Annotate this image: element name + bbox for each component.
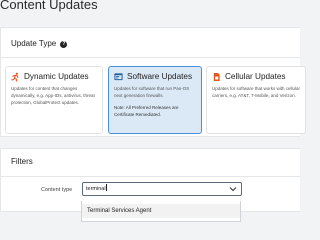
dropdown-option[interactable]: Terminal Services Agent (82, 204, 240, 218)
cellular-updates-card[interactable]: Cellular Updates Updates for software th… (206, 66, 306, 134)
software-updates-title: Software Updates (127, 72, 193, 81)
software-updates-desc: Updates for software that run Pan-OS nex… (114, 86, 190, 98)
dynamic-updates-card[interactable]: Dynamic Updates Updates for content that… (5, 66, 103, 134)
cellular-updates-desc: Updates for software that works with cel… (212, 86, 301, 98)
software-updates-card[interactable]: Software Updates Updates for software th… (108, 66, 202, 134)
filters-heading: Filters (11, 157, 33, 166)
content-type-dropdown: Terminal Services Agent (81, 201, 241, 222)
page-title: Content Updates (0, 0, 98, 12)
update-type-label: Update Type (11, 39, 57, 48)
running-person-icon (11, 72, 19, 82)
sim-card-icon (213, 72, 220, 81)
text-caret (106, 184, 107, 191)
content-type-label: Content type (41, 187, 73, 193)
divider (1, 57, 300, 58)
divider (1, 176, 300, 177)
software-window-icon (114, 72, 123, 80)
dynamic-updates-title: Dynamic Updates (24, 72, 89, 81)
dynamic-updates-desc: Updates for content that changes dynamic… (11, 86, 95, 105)
content-type-input-value[interactable]: terminal (86, 186, 106, 192)
chevron-down-icon[interactable] (229, 186, 237, 192)
software-updates-note: Note: All Preferred Releases are Certifi… (114, 105, 179, 117)
content-type-combobox[interactable]: terminal (82, 182, 242, 196)
help-icon[interactable]: ? (60, 41, 68, 48)
cellular-updates-title: Cellular Updates (225, 72, 286, 81)
update-type-heading: Update Type ? (11, 39, 68, 48)
update-type-panel: Update Type ? Dynamic Updates Updates fo… (0, 27, 306, 137)
